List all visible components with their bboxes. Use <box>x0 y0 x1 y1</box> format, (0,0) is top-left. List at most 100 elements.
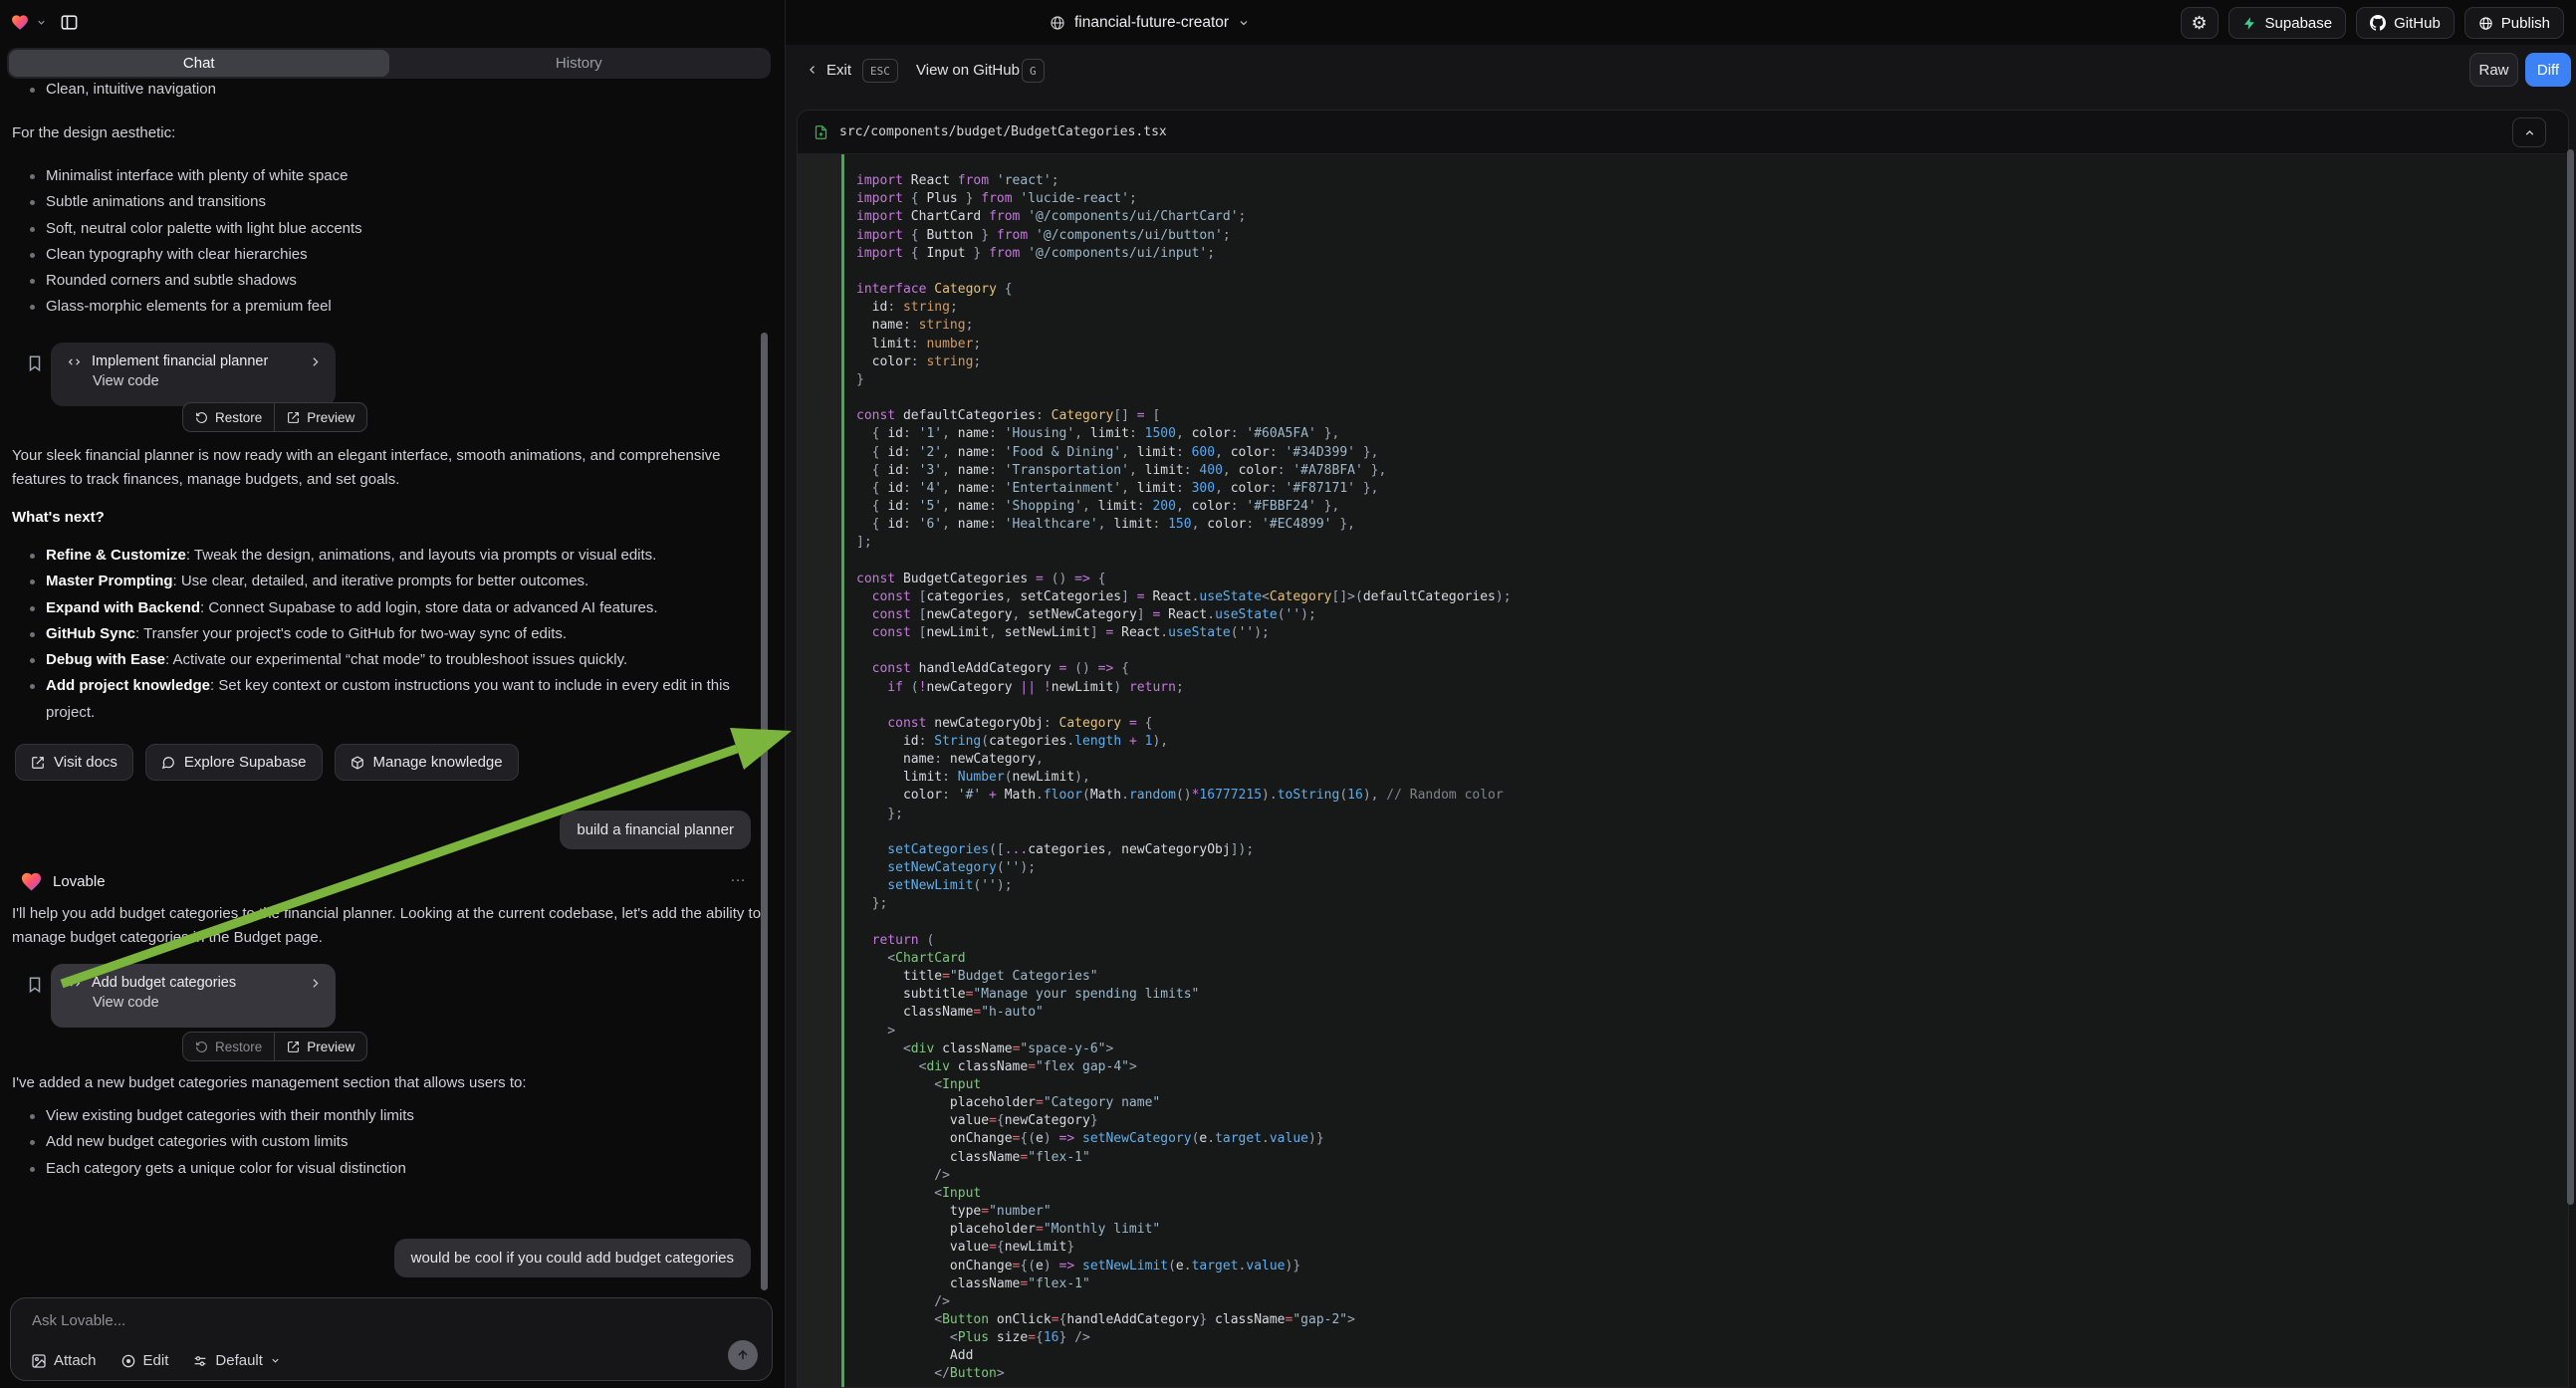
code-line: 52 <Input <box>798 1076 2568 1094</box>
code-lines: 12import React from 'react';3import { Pl… <box>798 154 2568 1384</box>
exit-button[interactable]: Exit <box>826 62 851 79</box>
explore-supabase-button[interactable]: Explore Supabase <box>145 744 323 781</box>
code-line: 10 name: string; <box>798 317 2568 335</box>
code-line: 25 const [categories, setCategories] = R… <box>798 588 2568 606</box>
design-heading: For the design aesthetic: <box>12 121 175 145</box>
list-item: Subtle animations and transitions <box>12 189 767 215</box>
external-link-icon <box>287 411 300 424</box>
chat-bubble-icon <box>161 756 175 770</box>
code-line: 15∨const defaultCategories: Category[] =… <box>798 407 2568 425</box>
chevron-down-icon <box>1238 17 1250 29</box>
code-line: 41 setNewLimit(''); <box>798 877 2568 895</box>
list-item: Master Prompting: Use clear, detailed, a… <box>12 569 769 594</box>
input-toolbar: Attach Edit Default <box>31 1352 281 1369</box>
edit-select-button[interactable]: Edit <box>120 1352 169 1369</box>
code-editor: 12import React from 'react';3import { Pl… <box>798 154 2568 1388</box>
code-line: 64 /> <box>798 1293 2568 1311</box>
list-item: Add project knowledge: Set key context o… <box>12 673 769 726</box>
esc-key-badge: ESC <box>862 59 898 83</box>
list-item: Glass-morphic elements for a premium fee… <box>12 294 767 320</box>
workspace-menu[interactable] <box>10 0 79 45</box>
code-line: 50 <div className="space-y-6"> <box>798 1041 2568 1058</box>
restore-icon <box>195 411 208 424</box>
github-icon <box>2370 15 2386 31</box>
code-line: 68 </Button> <box>798 1365 2568 1383</box>
assistant-paragraph-ready: Your sleek financial planner is now read… <box>12 444 767 492</box>
globe-icon <box>1050 15 1065 31</box>
code-line: 58 <Input <box>798 1185 2568 1203</box>
top-bar: financial-future-creator ⚙ Supabase GitH… <box>0 0 2576 45</box>
code-line: 55 onChange={(e) => setNewCategory(e.tar… <box>798 1130 2568 1148</box>
version-card-implement-financial-planner[interactable]: Implement financial planner View code <box>51 343 336 406</box>
github-button[interactable]: GitHub <box>2356 7 2455 39</box>
list-item: View existing budget categories with the… <box>12 1103 767 1129</box>
bookmark-icon[interactable] <box>26 974 44 996</box>
gear-icon: ⚙ <box>2191 14 2207 32</box>
restore-button[interactable]: Restore <box>183 1033 274 1060</box>
code-line: 49 > <box>798 1023 2568 1041</box>
file-header[interactable]: src/components/budget/BudgetCategories.t… <box>798 111 2568 154</box>
file-path: src/components/budget/BudgetCategories.t… <box>839 124 1167 139</box>
quick-actions-row: Visit docs Explore Supabase Manage knowl… <box>15 744 519 781</box>
code-icon <box>67 355 82 368</box>
preview-button[interactable]: Preview <box>275 403 366 431</box>
code-line: 12 color: string; <box>798 353 2568 371</box>
send-button[interactable] <box>728 1340 758 1370</box>
package-icon <box>351 756 364 770</box>
lovable-heart-logo <box>10 13 30 32</box>
raw-toggle-button[interactable]: Raw <box>2469 53 2518 87</box>
code-line: 11 limit: number; <box>798 336 2568 353</box>
code-line: 57 /> <box>798 1167 2568 1185</box>
code-line: 9 id: string; <box>798 299 2568 317</box>
view-code-link[interactable]: View code <box>51 369 336 389</box>
preview-button[interactable]: Preview <box>275 1033 366 1060</box>
view-code-link[interactable]: View code <box>51 991 336 1011</box>
code-line: 61 value={newLimit} <box>798 1239 2568 1257</box>
code-line: 56 className="flex-1" <box>798 1149 2568 1167</box>
project-switcher[interactable]: financial-future-creator <box>1050 0 1250 45</box>
code-line: 32∨ const newCategoryObj: Category = { <box>798 715 2568 733</box>
manage-knowledge-button[interactable]: Manage knowledge <box>335 744 519 781</box>
target-icon <box>120 1353 136 1369</box>
mode-select[interactable]: Default <box>192 1352 281 1369</box>
list-item: Add new budget categories with custom li… <box>12 1129 767 1155</box>
list-item: Each category gets a unique color for vi… <box>12 1156 767 1182</box>
code-line: 48 className="h-auto" <box>798 1004 2568 1022</box>
lovable-heart-avatar <box>19 870 44 893</box>
visit-docs-button[interactable]: Visit docs <box>15 744 133 781</box>
code-scrollbar[interactable] <box>2567 149 2574 1205</box>
globe-icon <box>2478 16 2493 31</box>
chevron-right-icon <box>309 355 322 368</box>
message-menu-button[interactable]: … <box>730 868 748 886</box>
restore-icon <box>195 1041 208 1053</box>
back-chevron-icon[interactable] <box>807 63 819 77</box>
supabase-button[interactable]: Supabase <box>2228 7 2347 39</box>
code-line: 37 }; <box>798 806 2568 823</box>
bookmark-icon[interactable] <box>26 352 44 374</box>
diff-toggle-button[interactable]: Diff <box>2525 53 2571 87</box>
code-line: 33 id: String(categories.length + 1), <box>798 733 2568 751</box>
tab-history[interactable]: History <box>389 50 770 77</box>
code-line: 28 <box>798 642 2568 660</box>
chat-scrollbar[interactable] <box>761 333 768 1290</box>
publish-button[interactable]: Publish <box>2464 7 2564 39</box>
line-number-gutter <box>798 154 841 1388</box>
tab-chat[interactable]: Chat <box>9 50 389 77</box>
attach-button[interactable]: Attach <box>31 1352 97 1369</box>
code-line: 51 <div className="flex gap-4"> <box>798 1058 2568 1076</box>
arrow-up-icon <box>736 1348 750 1362</box>
collapse-file-button[interactable] <box>2512 117 2546 147</box>
panel-left-icon[interactable] <box>60 13 79 32</box>
ask-lovable-input[interactable] <box>32 1312 629 1329</box>
diff-added-bar <box>841 154 844 1388</box>
view-on-github-button[interactable]: View on GitHub <box>916 62 1020 79</box>
code-line: 38 <box>798 823 2568 841</box>
restore-button[interactable]: Restore <box>183 403 274 431</box>
assistant-name: Lovable <box>53 873 106 890</box>
code-line: 7 <box>798 263 2568 281</box>
code-line: 1 <box>798 154 2568 172</box>
settings-button[interactable]: ⚙ <box>2181 7 2219 39</box>
code-line: 46 title="Budget Categories" <box>798 968 2568 986</box>
code-line: 42 }; <box>798 895 2568 913</box>
version-card-add-budget-categories[interactable]: Add budget categories View code <box>51 964 336 1028</box>
